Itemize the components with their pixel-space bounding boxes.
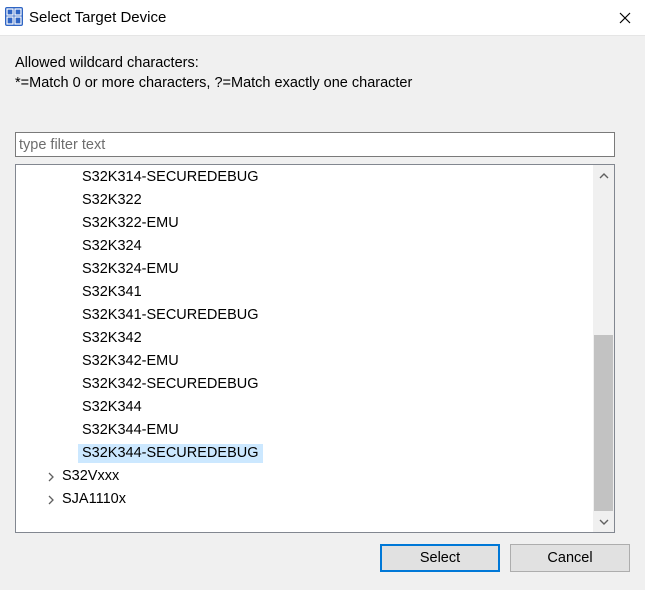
tree-item-label: S32K322 [82, 192, 142, 208]
tree-item[interactable]: S32K324-EMU [16, 258, 592, 281]
chevron-down-icon [599, 519, 608, 525]
tree-item-label: S32K344 [82, 399, 142, 415]
tree-item[interactable]: SJA1110x [16, 488, 592, 511]
close-icon [619, 12, 631, 23]
scroll-down-button[interactable] [593, 511, 614, 532]
select-button[interactable]: Select [380, 544, 500, 572]
tree-item[interactable]: S32K322-EMU [16, 212, 592, 235]
tree-item-label: S32K314-SECUREDEBUG [82, 169, 259, 185]
tree-scrollbar[interactable] [593, 165, 614, 532]
app-icon [5, 7, 23, 26]
tree-item[interactable]: S32K322 [16, 189, 592, 212]
tree-item-label: S32K341 [82, 284, 142, 300]
tree-item[interactable]: S32K324 [16, 235, 592, 258]
tree-item[interactable]: S32K344-SECUREDEBUG [16, 442, 592, 465]
tree-item-label: S32K324 [82, 238, 142, 254]
tree-item[interactable]: S32K341 [16, 281, 592, 304]
device-tree[interactable]: S32K314-SECUREDEBUG S32K322 S32K322-EMU S32… [15, 164, 615, 533]
chevron-right-icon[interactable] [45, 471, 57, 483]
tree-item-label: S32K322-EMU [82, 215, 179, 231]
scroll-up-button[interactable] [593, 165, 614, 186]
chevron-right-icon[interactable] [45, 494, 57, 506]
window-title: Select Target Device [29, 9, 167, 26]
wildcard-description: *=Match 0 or more characters, ?=Match ex… [15, 75, 413, 91]
tree-item[interactable]: S32K342-EMU [16, 350, 592, 373]
title-bar: Select Target Device [0, 0, 645, 35]
tree-item-label: S32Vxxx [62, 468, 120, 484]
tree-item[interactable]: S32K341-SECUREDEBUG [16, 304, 592, 327]
tree-item-label: S32K344-SECUREDEBUG [78, 444, 263, 463]
tree-item-label: S32K342-SECUREDEBUG [82, 376, 259, 392]
dialog-content: Allowed wildcard characters: *=Match 0 o… [0, 35, 645, 590]
tree-item-label: S32K342-EMU [82, 353, 179, 369]
cancel-button[interactable]: Cancel [510, 544, 630, 572]
filter-input[interactable] [15, 132, 615, 157]
tree-item-label: S32K341-SECUREDEBUG [82, 307, 259, 323]
tree-item-label: SJA1110x [62, 491, 126, 507]
tree-item[interactable]: S32K344-EMU [16, 419, 592, 442]
scrollbar-thumb[interactable] [594, 335, 613, 511]
chevron-up-icon [599, 172, 608, 178]
tree-item-label: S32K344-EMU [82, 422, 179, 438]
close-button[interactable] [605, 0, 645, 35]
tree-item-label: S32K342 [82, 330, 142, 346]
tree-item[interactable]: S32Vxxx [16, 465, 592, 488]
tree-item[interactable]: S32K342-SECUREDEBUG [16, 373, 592, 396]
tree-item[interactable]: S32K314-SECUREDEBUG [16, 166, 592, 189]
tree-item[interactable]: S32K344 [16, 396, 592, 419]
wildcard-heading: Allowed wildcard characters: [15, 55, 199, 71]
tree-item-label: S32K324-EMU [82, 261, 179, 277]
tree-item[interactable]: S32K342 [16, 327, 592, 350]
